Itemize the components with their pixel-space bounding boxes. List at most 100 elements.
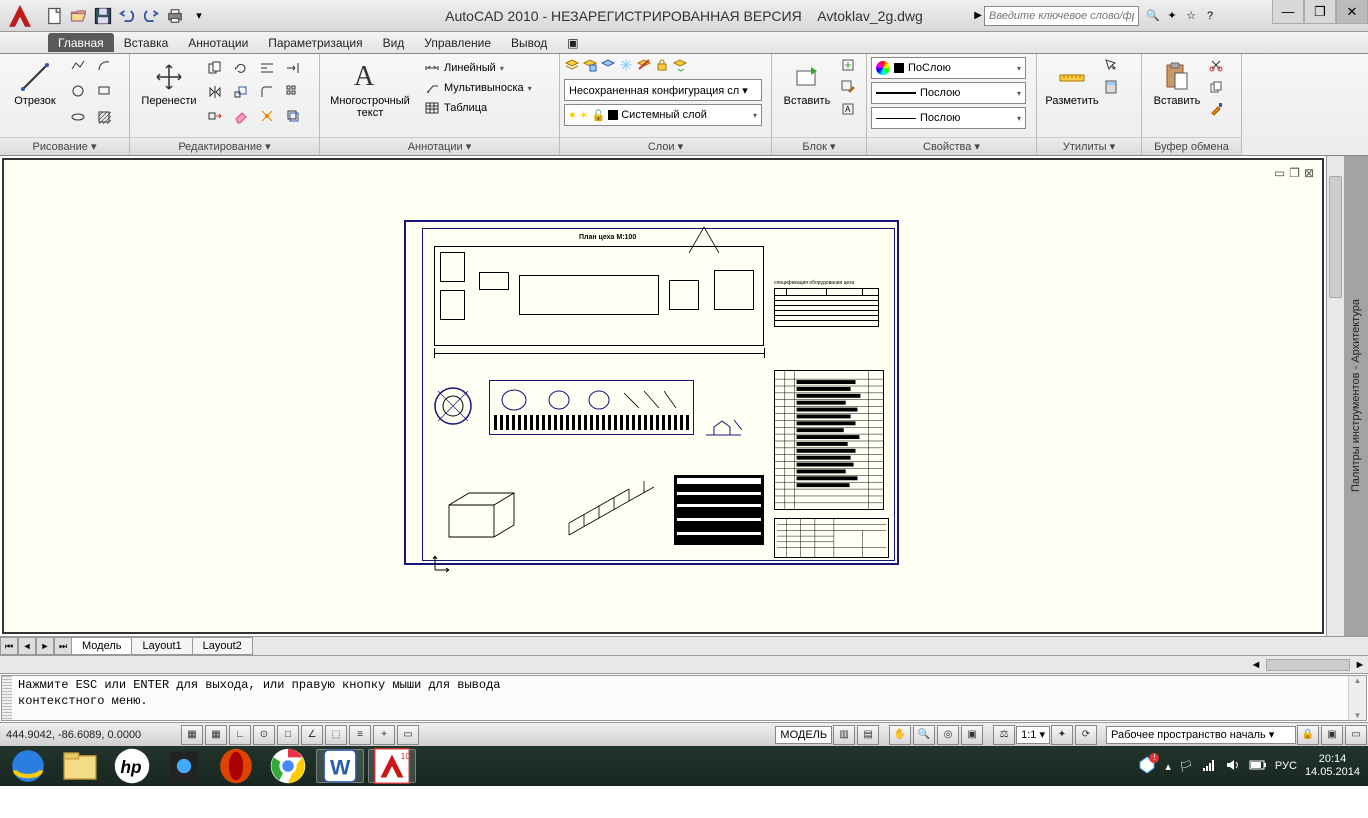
taskbar-hp-icon[interactable]: hp (108, 749, 156, 783)
table-button[interactable]: Таблица (420, 99, 536, 117)
close-button[interactable]: ✕ (1336, 0, 1368, 24)
tab-manage[interactable]: Управление (414, 33, 501, 52)
tab-parametric[interactable]: Параметризация (258, 33, 372, 52)
layout-nav-last[interactable]: ⏭ (54, 637, 72, 655)
tab-insert[interactable]: Вставка (114, 33, 179, 52)
panel-clipboard-title[interactable]: Буфер обмена (1142, 137, 1241, 155)
comm-center-icon[interactable]: ✦ (1164, 8, 1180, 24)
grid-toggle[interactable]: ▦ (205, 725, 227, 745)
panel-block-title[interactable]: Блок ▾ (772, 137, 866, 155)
tab-home[interactable]: Главная (48, 33, 114, 52)
cut-icon[interactable] (1208, 57, 1224, 76)
measure-button[interactable]: Разметить (1041, 57, 1103, 111)
arc-icon[interactable] (96, 57, 120, 81)
binoculars-icon[interactable]: 🔍 (1145, 8, 1161, 24)
layer-freeze-icon[interactable] (618, 57, 634, 76)
command-handle[interactable] (2, 676, 12, 720)
layer-current-combo[interactable]: ●☀🔓Системный слой▾ (564, 104, 762, 126)
layer-props-icon[interactable] (564, 57, 580, 76)
tab-extra-icon[interactable]: ▣ (557, 33, 588, 52)
qat-undo-icon[interactable] (116, 5, 138, 27)
paste-button[interactable]: Вставить (1146, 57, 1208, 111)
search-input[interactable] (984, 6, 1139, 26)
qp-toggle[interactable]: ▭ (397, 725, 419, 745)
panel-annotation-title[interactable]: Аннотации ▾ (320, 137, 559, 155)
panel-draw-title[interactable]: Рисование ▾ (0, 137, 129, 155)
steering-wheel-icon[interactable]: ◎ (937, 725, 959, 745)
layout-nav-first[interactable]: ⏮ (0, 637, 18, 655)
polyline-icon[interactable] (70, 57, 94, 81)
tray-network-icon[interactable] (1201, 757, 1217, 776)
panel-modify-title[interactable]: Редактирование ▾ (130, 137, 319, 155)
offset-icon[interactable] (282, 105, 304, 127)
qat-open-icon[interactable] (68, 5, 90, 27)
block-attr-icon[interactable]: A (840, 101, 856, 120)
clean-screen-icon[interactable]: ▭ (1345, 725, 1367, 745)
tab-view[interactable]: Вид (373, 33, 415, 52)
create-block-icon[interactable] (840, 57, 856, 76)
taskbar-explorer-icon[interactable] (56, 749, 104, 783)
tray-hidden-icon[interactable]: ▴ (1165, 760, 1171, 773)
toolbar-lock-icon[interactable]: 🔒 (1297, 725, 1319, 745)
minimize-button[interactable]: — (1272, 0, 1304, 24)
layer-iso-icon[interactable] (600, 57, 616, 76)
tab-layout2[interactable]: Layout2 (192, 637, 253, 655)
qat-new-icon[interactable] (44, 5, 66, 27)
line-button[interactable]: Отрезок (4, 57, 66, 111)
snap-toggle[interactable]: ▦ (181, 725, 203, 745)
insert-block-button[interactable]: Вставить (776, 57, 838, 111)
tool-palettes-tab[interactable]: Палитры инструментов - Архитектура (1344, 156, 1368, 636)
tray-action-center-icon[interactable]: ! (1137, 755, 1157, 778)
tab-layout1[interactable]: Layout1 (131, 637, 192, 655)
layout-nav-prev[interactable]: ◄ (18, 637, 36, 655)
vertical-scrollbar[interactable] (1326, 156, 1344, 636)
tab-model[interactable]: Модель (71, 637, 132, 655)
circle-icon[interactable] (70, 83, 94, 107)
mtext-button[interactable]: А Многострочный текст (324, 57, 416, 123)
mdi-minimize-icon[interactable]: ▭ (1274, 166, 1285, 180)
tray-flag-icon[interactable]: 🏳 (1179, 760, 1193, 773)
showmotion-icon[interactable]: ▣ (961, 725, 983, 745)
layer-states-icon[interactable] (582, 57, 598, 76)
tray-battery-icon[interactable] (1249, 759, 1267, 774)
help-icon[interactable]: ? (1202, 8, 1218, 24)
osnap-toggle[interactable]: □ (277, 725, 299, 745)
mdi-close-icon[interactable]: ⊠ (1304, 166, 1314, 180)
lwt-toggle[interactable]: + (373, 725, 395, 745)
polar-toggle[interactable]: ⊙ (253, 725, 275, 745)
dyn-toggle[interactable]: ≡ (349, 725, 371, 745)
taskbar-autocad-icon[interactable]: 10 (368, 749, 416, 783)
horizontal-scrollbar[interactable]: ◄ ► (1248, 656, 1368, 673)
erase-icon[interactable] (230, 105, 252, 127)
anno-scale-icon[interactable]: ⚖ (993, 725, 1015, 745)
qat-print-icon[interactable] (164, 5, 186, 27)
stretch-icon[interactable] (204, 105, 226, 127)
command-line[interactable]: Нажмите ESC или ENTER для выхода, или пр… (1, 675, 1367, 721)
layer-off-icon[interactable] (636, 57, 652, 76)
taskbar-chrome-icon[interactable] (264, 749, 312, 783)
qat-dropdown-icon[interactable]: ▾ (188, 5, 210, 27)
maximize-button[interactable]: ❐ (1304, 0, 1336, 24)
copy-icon[interactable] (204, 57, 226, 79)
explode-icon[interactable] (256, 105, 278, 127)
rotate-icon[interactable] (230, 57, 252, 79)
layer-match-icon[interactable] (672, 57, 688, 76)
qat-save-icon[interactable] (92, 5, 114, 27)
workspace-combo[interactable]: Рабочее пространство началь ▾ (1106, 726, 1296, 744)
app-logo[interactable] (0, 0, 40, 32)
tray-clock[interactable]: 20:14 14.05.2014 (1305, 753, 1360, 779)
taskbar-ie-icon[interactable] (4, 749, 52, 783)
quickcalc-icon[interactable] (1103, 79, 1119, 98)
rectangle-icon[interactable] (96, 83, 120, 107)
lineweight-combo[interactable]: Послою▾ (871, 82, 1026, 104)
mdi-restore-icon[interactable]: ❐ (1289, 166, 1300, 180)
array-icon[interactable] (282, 81, 304, 103)
ducs-toggle[interactable]: ⬚ (325, 725, 347, 745)
edit-block-icon[interactable] (840, 79, 856, 98)
layer-state-combo[interactable]: Несохраненная конфигурация сл ▾ (564, 79, 762, 101)
pan-icon[interactable]: ✋ (889, 725, 911, 745)
dim-linear-button[interactable]: Линейный ▾ (420, 59, 536, 77)
scale-icon[interactable] (230, 81, 252, 103)
drawing-canvas[interactable]: ▭ ❐ ⊠ План цеха М:100 (2, 158, 1324, 634)
matchprop-icon[interactable] (1208, 101, 1224, 120)
